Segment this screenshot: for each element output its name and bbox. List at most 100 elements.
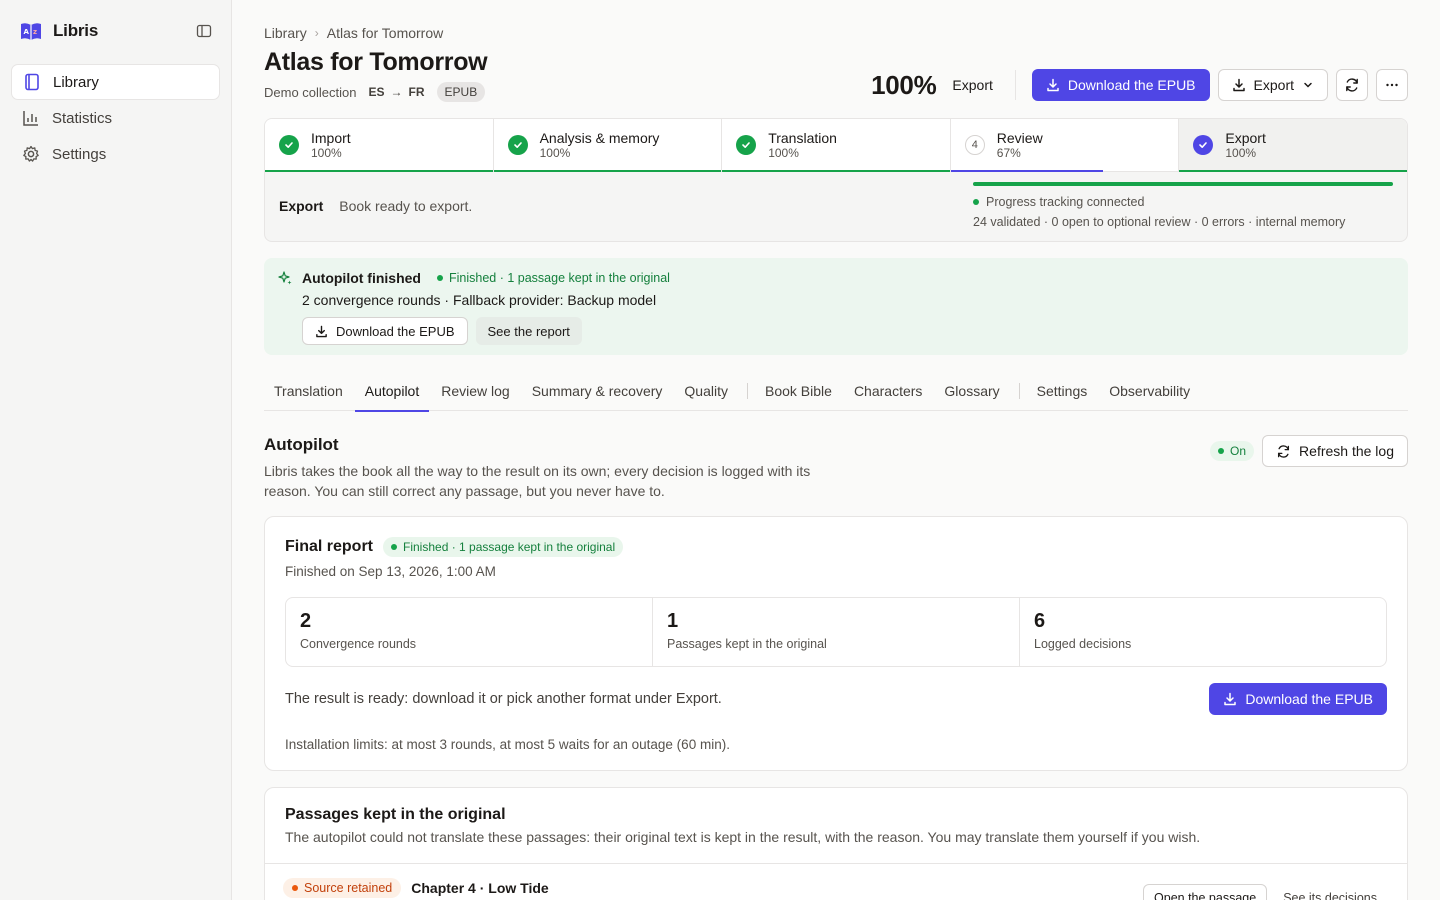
section-title: Autopilot — [264, 435, 339, 454]
tracking-stats: 24 validated · 0 open to optional review… — [973, 215, 1346, 229]
sidebar-item-settings[interactable]: Settings — [11, 136, 220, 172]
ready-message: The result is ready: download it or pick… — [285, 691, 722, 707]
step-progress-bar — [722, 170, 950, 172]
stat-value: 1 — [667, 610, 679, 632]
passages-kept-card: Passages kept in the original The autopi… — [264, 787, 1408, 900]
tab-autopilot[interactable]: Autopilot — [354, 372, 430, 412]
stage-label: Export — [279, 197, 324, 214]
sidebar-item-library[interactable]: Library — [11, 64, 220, 100]
source-retained-badge: Source retained — [283, 878, 402, 898]
check-icon — [736, 135, 757, 155]
chapter-title: Chapter 4 · Low Tide — [411, 880, 549, 896]
sidebar-item-statistics[interactable]: Statistics — [11, 100, 220, 136]
tab-review-log[interactable]: Review log — [431, 372, 519, 411]
tracking-text: Progress tracking connected — [986, 195, 1145, 209]
status-text: Finished · 1 passage kept in the origina… — [448, 271, 670, 285]
badge-text: Source retained — [304, 881, 393, 895]
collapse-sidebar-icon[interactable] — [196, 23, 212, 39]
more-options-button[interactable] — [1376, 69, 1408, 101]
stat-value: 2 — [300, 610, 312, 632]
status-text: On — [1230, 444, 1247, 458]
step-name: Export — [1225, 130, 1266, 146]
tab-divider — [1018, 383, 1020, 399]
download-icon — [1232, 78, 1246, 92]
tab-summary-recovery[interactable]: Summary & recovery — [522, 372, 673, 411]
step-import[interactable]: Import 100% — [265, 119, 494, 172]
banner-title: Autopilot finished — [302, 270, 421, 286]
tab-book-bible[interactable]: Book Bible — [755, 372, 842, 411]
tab-glossary[interactable]: Glossary — [934, 372, 1009, 411]
see-report-button[interactable]: See the report — [475, 317, 582, 345]
step-review[interactable]: 4 Review 67% — [950, 119, 1180, 172]
step-export[interactable]: Export 100% — [1179, 119, 1407, 172]
bar-chart-icon — [22, 109, 40, 127]
status-dot-icon — [391, 544, 398, 550]
step-percent: 67% — [996, 146, 1021, 160]
export-dropdown-button[interactable]: Export — [1217, 69, 1328, 101]
step-analysis-memory[interactable]: Analysis & memory 100% — [493, 119, 723, 172]
open-passage-button[interactable]: Open the passage — [1143, 884, 1268, 900]
breadcrumb: Library › Atlas for Tomorrow — [264, 24, 1408, 42]
sidebar-item-label: Library — [53, 73, 99, 91]
stage-message: Book ready to export. — [339, 197, 473, 214]
final-report-card: Final report Finished · 1 passage kept i… — [264, 516, 1408, 771]
step-translation[interactable]: Translation 100% — [722, 119, 951, 172]
section-description: Libris takes the book all the way to the… — [264, 463, 811, 499]
step-name: Translation — [768, 130, 837, 146]
download-icon — [1046, 78, 1060, 92]
card-title: Passages kept in the original — [285, 806, 506, 823]
check-icon — [1193, 135, 1214, 155]
report-download-epub-button[interactable]: Download the EPUB — [1209, 683, 1387, 715]
autopilot-status-badge: On — [1210, 441, 1255, 461]
step-percent: 100% — [311, 146, 342, 160]
book-icon — [23, 73, 41, 91]
download-epub-button[interactable]: Download the EPUB — [1031, 69, 1210, 101]
gear-icon — [22, 145, 40, 163]
step-name: Import — [311, 130, 351, 146]
progress-stage-label: Export — [952, 77, 993, 93]
step-progress-bar — [493, 170, 722, 172]
language-pair: ES → FR — [369, 85, 425, 99]
svg-text:A: A — [24, 28, 30, 36]
libris-logo-icon: A z — [19, 20, 43, 42]
breadcrumb-current: Atlas for Tomorrow — [326, 25, 444, 41]
banner-detail: 2 convergence rounds · Fallback provider… — [302, 292, 657, 308]
status-badge: Finished · 1 passage kept in the origina… — [436, 271, 670, 285]
tab-divider — [747, 383, 748, 399]
tab-quality[interactable]: Quality — [674, 372, 738, 411]
svg-text:z: z — [33, 28, 37, 36]
step-percent: 100% — [1225, 146, 1257, 160]
status-badge: Finished · 1 passage kept in the origina… — [383, 537, 624, 557]
button-label: Refresh the log — [1299, 443, 1394, 459]
banner-download-epub-button[interactable]: Download the EPUB — [302, 317, 468, 345]
arrow-right-icon: → — [390, 85, 403, 99]
autopilot-banner: Autopilot finished Finished · 1 passage … — [264, 258, 1408, 355]
page-title: Atlas for Tomorrow — [264, 48, 488, 76]
status-dot-icon — [1218, 448, 1225, 454]
step-name: Analysis & memory — [539, 130, 660, 146]
more-horizontal-icon — [1384, 77, 1400, 93]
refresh-icon — [1344, 77, 1360, 93]
stat-logged-decisions: 6 Logged decisions — [1020, 598, 1386, 666]
tab-observability[interactable]: Observability — [1099, 372, 1200, 411]
tab-settings[interactable]: Settings — [1027, 372, 1098, 411]
step-number: 4 — [964, 135, 985, 155]
tab-translation[interactable]: Translation — [264, 372, 353, 411]
refresh-button[interactable] — [1336, 69, 1368, 101]
button-label: Download the EPUB — [1245, 691, 1373, 707]
breadcrumb-library-link[interactable]: Library — [264, 25, 307, 41]
stat-passages-kept: 1 Passages kept in the original — [653, 598, 1020, 666]
chevron-right-icon: › — [314, 26, 319, 40]
see-decisions-button[interactable]: See its decisions — [1273, 884, 1387, 900]
button-label: Export — [1253, 77, 1294, 93]
tab-characters[interactable]: Characters — [844, 372, 932, 411]
status-dot-icon — [436, 275, 443, 281]
refresh-log-button[interactable]: Refresh the log — [1262, 435, 1408, 467]
stat-label: Logged decisions — [1034, 637, 1132, 651]
list-item: Source retained Chapter 4 · Low Tide Ope… — [265, 864, 1407, 900]
sidebar-item-label: Settings — [52, 145, 107, 163]
export-progress-bar — [973, 182, 1393, 186]
progress-fill — [973, 182, 1393, 186]
tracking-status: Progress tracking connected — [973, 195, 1393, 209]
stat-label: Passages kept in the original — [667, 637, 827, 651]
